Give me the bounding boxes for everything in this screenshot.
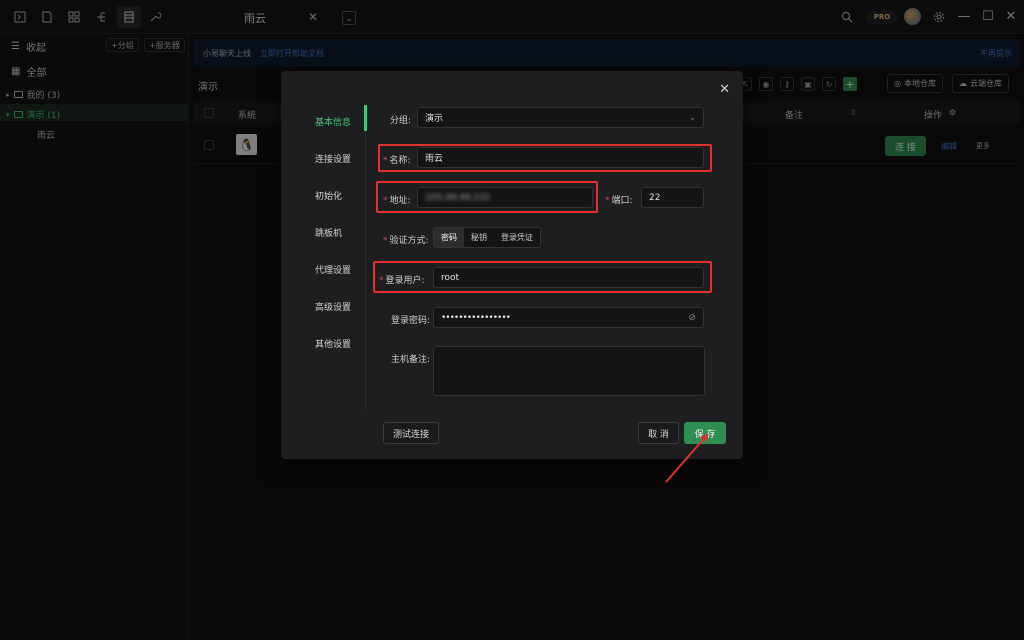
name-input[interactable]: 雨云	[417, 147, 704, 168]
auth-option-credential[interactable]: 登录凭证	[494, 228, 540, 247]
chevron-down-icon: ⌄	[689, 113, 696, 122]
auth-option-password[interactable]: 密码	[434, 228, 464, 247]
tab-proxy-settings[interactable]: 代理设置	[315, 263, 351, 276]
active-tab-indicator	[364, 105, 367, 131]
login-user-input[interactable]: root	[433, 267, 704, 288]
group-label: 分组:	[390, 116, 412, 126]
eye-off-icon[interactable]: ⊘	[688, 313, 696, 323]
password-value: ••••••••••••••••	[441, 312, 511, 323]
tab-basic-info[interactable]: 基本信息	[315, 115, 351, 128]
address-input[interactable]: 103.49.49.231	[417, 187, 593, 208]
port-label: * 端口:	[605, 196, 633, 206]
login-user-label: * 登录用户:	[379, 276, 425, 286]
tab-connection-settings[interactable]: 连接设置	[315, 152, 351, 165]
address-value: 103.49.49.231	[425, 192, 491, 203]
address-label: * 地址:	[383, 196, 411, 206]
tab-jump-host[interactable]: 跳板机	[315, 226, 342, 239]
auth-method-label: * 验证方式:	[383, 236, 429, 246]
nav-divider	[365, 105, 366, 411]
auth-option-key[interactable]: 秘钥	[464, 228, 494, 247]
remark-textarea[interactable]	[433, 346, 705, 396]
remark-label: 主机备注:	[391, 355, 431, 365]
annotation-arrow	[665, 433, 709, 483]
edit-server-dialog: ✕ 基本信息 连接设置 初始化 跳板机 代理设置 高级设置 其他设置 分组: 演…	[281, 71, 743, 459]
test-connection-button[interactable]: 测试连接	[383, 422, 439, 444]
tab-advanced-settings[interactable]: 高级设置	[315, 300, 351, 313]
password-label: 登录密码:	[391, 316, 431, 326]
close-icon[interactable]: ✕	[719, 82, 730, 97]
group-value: 演示	[425, 114, 444, 124]
port-input[interactable]: 22	[641, 187, 704, 208]
group-select[interactable]: 演示 ⌄	[417, 107, 704, 128]
password-input[interactable]: •••••••••••••••• ⊘	[433, 307, 704, 328]
name-label: * 名称:	[383, 156, 411, 166]
tab-initialization[interactable]: 初始化	[315, 189, 342, 202]
auth-method-segmented[interactable]: 密码 秘钥 登录凭证	[433, 227, 541, 248]
tab-other-settings[interactable]: 其他设置	[315, 337, 351, 350]
